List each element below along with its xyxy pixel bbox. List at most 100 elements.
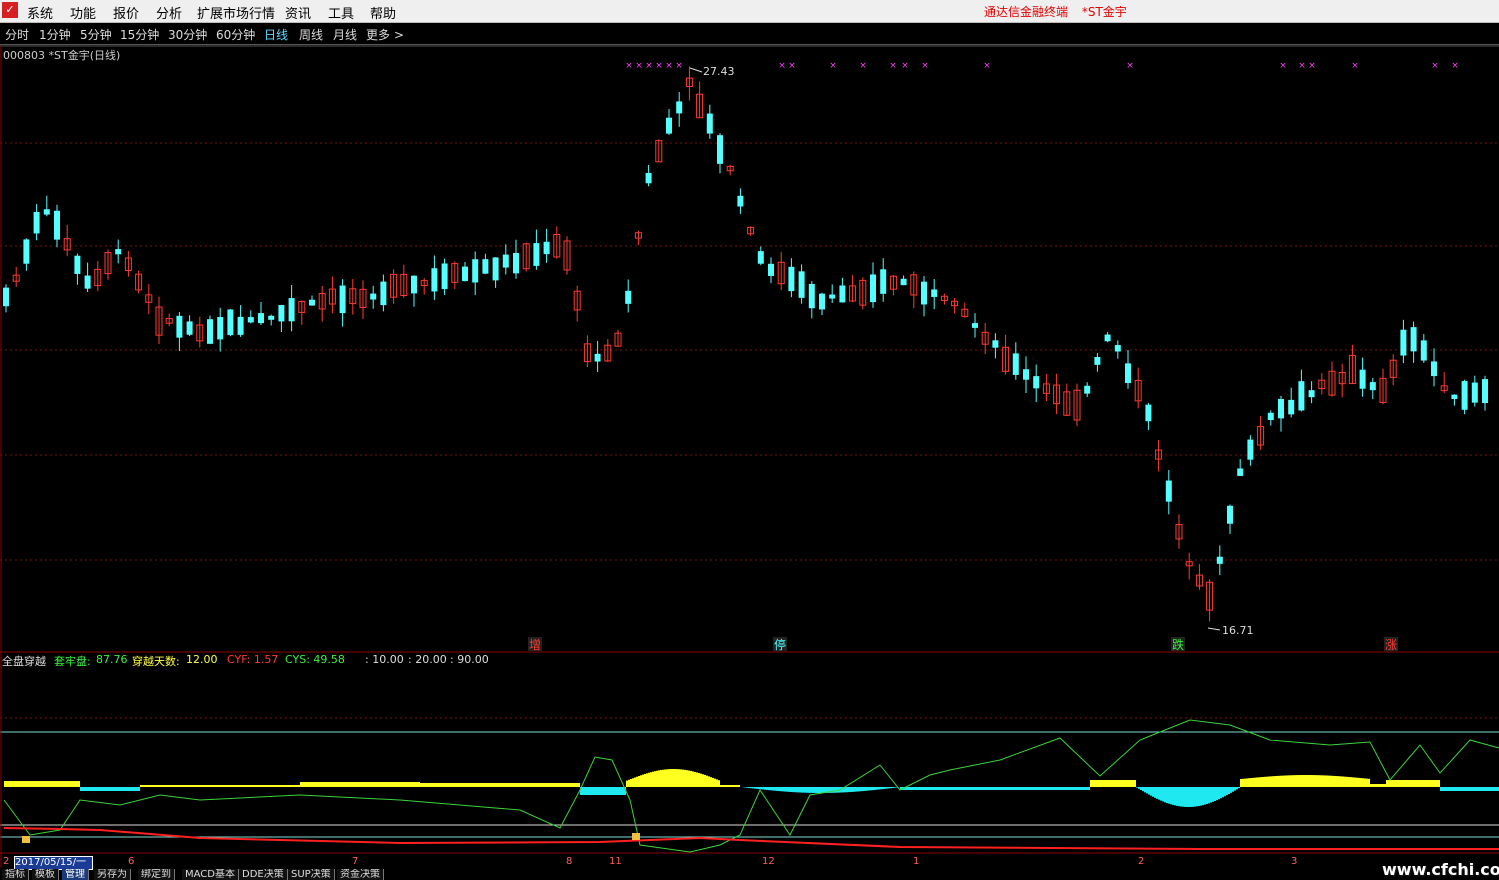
histogram-bar (636, 776, 638, 787)
histogram-bar (710, 777, 712, 787)
histogram-bar (1224, 787, 1226, 797)
histogram-bar (200, 785, 202, 787)
period-tab[interactable]: 更多 > (366, 26, 404, 43)
histogram-bar (10, 781, 12, 787)
indicator-name[interactable]: 全盘穿越 (2, 653, 46, 669)
histogram-bar (1304, 775, 1306, 787)
bottom-tab[interactable]: 指标 (2, 869, 29, 880)
histogram-bar (786, 787, 788, 792)
menu-item[interactable]: 资讯 (285, 3, 311, 22)
histogram-bar (1402, 780, 1404, 787)
bottom-tab[interactable]: DDE决策 (239, 869, 288, 880)
histogram-bar (124, 787, 126, 791)
histogram-bar (26, 781, 28, 787)
histogram-bar (662, 769, 664, 787)
bottom-tab[interactable]: MACD基本 (182, 869, 239, 880)
histogram-bar (110, 787, 112, 791)
histogram-bar (888, 787, 890, 789)
histogram-bar (624, 787, 626, 795)
candle-body-up (940, 295, 948, 301)
signal-marker-bg (773, 637, 787, 651)
histogram-bar (1142, 787, 1144, 792)
histogram-bar (1166, 787, 1168, 804)
signal-cross-icon: × (859, 61, 867, 71)
histogram-bar (1462, 787, 1464, 791)
period-tab[interactable]: 30分钟 (168, 26, 207, 43)
menu-item[interactable]: 分析 (156, 3, 182, 22)
histogram-bar (1370, 784, 1372, 787)
bottom-tab[interactable]: 管理 (62, 869, 89, 880)
histogram-bar (1294, 775, 1296, 787)
bottom-tab[interactable]: 另存为 (94, 869, 131, 880)
histogram-bar (1448, 787, 1450, 791)
histogram-bar (738, 785, 740, 787)
histogram-bar (1006, 787, 1008, 790)
histogram-bar (860, 787, 862, 792)
histogram-bar (1454, 787, 1456, 791)
histogram-bar (870, 787, 872, 791)
period-tab[interactable]: 周线 (299, 26, 323, 43)
histogram-bar (48, 781, 50, 787)
period-tab[interactable]: 5分钟 (80, 26, 112, 43)
app-logo-icon[interactable]: ✓ (2, 2, 18, 18)
histogram-bar (880, 787, 882, 790)
menu-item[interactable]: 报价 (113, 3, 139, 22)
bottom-tab-bar: 指标 模板 管理 另存为 绑定到 MACD基本 DDE决策 SUP决策 资金决策 (0, 869, 395, 880)
histogram-bar (576, 783, 578, 787)
histogram-bar (1328, 775, 1330, 787)
period-tab[interactable]: 60分钟 (216, 26, 255, 43)
period-tab[interactable]: 15分钟 (120, 26, 159, 43)
histogram-bar (986, 787, 988, 790)
histogram-bar (658, 770, 660, 787)
bottom-tab[interactable]: 绑定到 (138, 869, 175, 880)
histogram-bar (432, 783, 434, 787)
histogram-bar (1316, 775, 1318, 787)
histogram-bar (1070, 787, 1072, 790)
histogram-bar (788, 787, 790, 792)
histogram-bar (368, 782, 370, 787)
histogram-bar (510, 783, 512, 787)
histogram-bar (1186, 787, 1188, 807)
candle-body-down (1278, 399, 1284, 419)
period-tab[interactable]: 日线 (264, 26, 288, 43)
period-tab[interactable]: 分时 (5, 26, 29, 43)
bottom-tab[interactable]: 模板 (32, 869, 59, 880)
histogram-bar (918, 787, 920, 790)
histogram-bar (162, 785, 164, 787)
menu-item[interactable]: 工具 (328, 3, 354, 22)
histogram-bar (186, 785, 188, 787)
menu-item[interactable]: 系统 (27, 3, 53, 22)
bottom-tab[interactable]: 资金决策 (337, 869, 384, 880)
period-tab[interactable]: 1分钟 (39, 26, 71, 43)
histogram-bar (810, 787, 812, 793)
period-bar: 分时 1分钟 5分钟 15分钟 30分钟 60分钟 日线 周线 月线 更多 > (0, 23, 1499, 45)
histogram-bar (1122, 780, 1124, 787)
candle-body-down (1471, 382, 1478, 403)
histogram-bar (626, 780, 628, 787)
menu-item[interactable]: 帮助 (370, 3, 396, 22)
histogram-bar (1040, 787, 1042, 790)
candle-body-down (1410, 327, 1417, 352)
histogram-bar (208, 785, 210, 787)
candle-body-down (819, 293, 825, 310)
histogram-bar (1052, 787, 1054, 790)
menu-item[interactable]: 扩展市场行情 (197, 3, 275, 22)
histogram-bar (212, 785, 214, 787)
histogram-bar (52, 781, 54, 787)
histogram-bar (196, 785, 198, 787)
histogram-bar (1014, 787, 1016, 790)
histogram-bar (364, 782, 366, 787)
histogram-bar (660, 770, 662, 787)
histogram-bar (616, 787, 618, 795)
menu-item[interactable]: 功能 (70, 3, 96, 22)
histogram-bar (394, 782, 396, 787)
histogram-bar (504, 783, 506, 787)
histogram-bar (1264, 776, 1266, 787)
histogram-bar (184, 785, 186, 787)
indicator-days-label: 穿越天数: (132, 655, 180, 668)
period-tab[interactable]: 月线 (333, 26, 357, 43)
bottom-tab[interactable]: SUP决策 (288, 869, 335, 880)
histogram-bar (850, 787, 852, 792)
kline-chart[interactable]: 27.4316.71× × × × × × × × × × × × × × × × × × × × ×增停跌涨 (0, 0, 1499, 880)
histogram-bar (586, 787, 588, 795)
